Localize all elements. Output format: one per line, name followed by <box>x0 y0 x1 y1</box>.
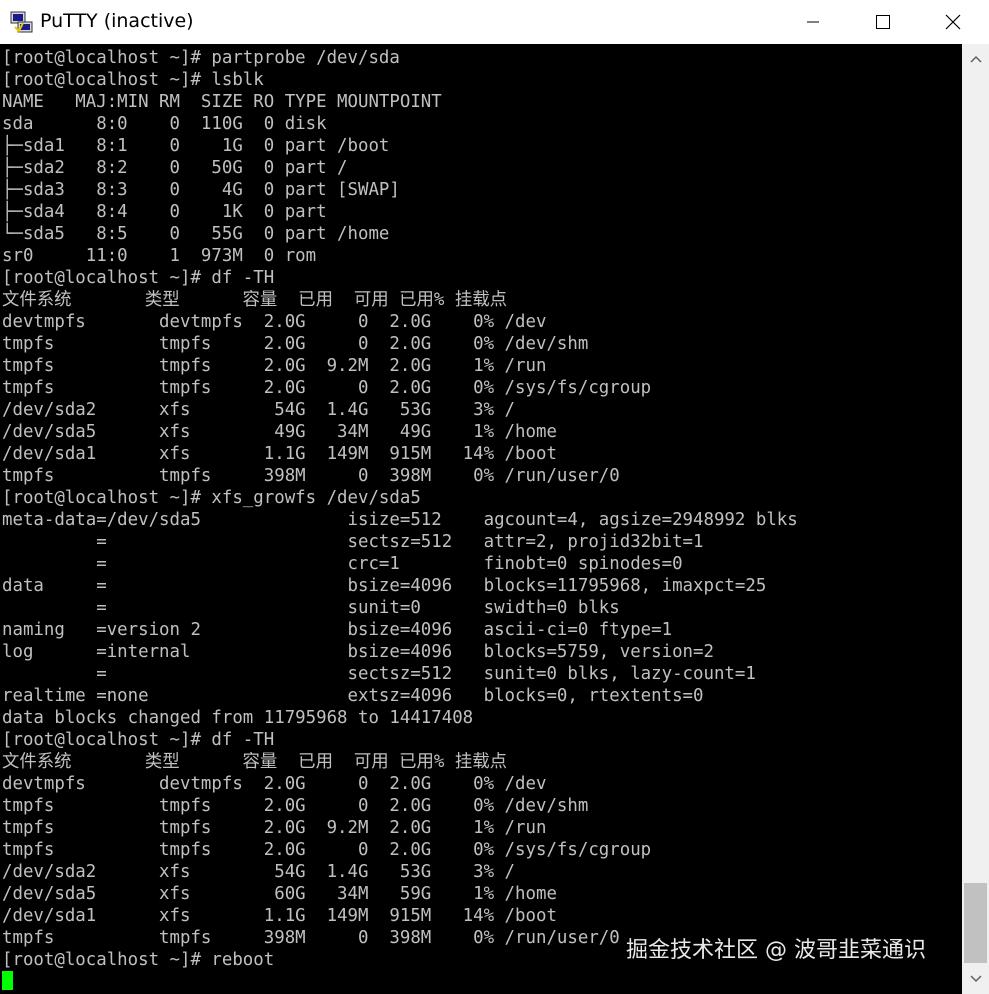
terminal-line: 文件系统 类型 容量 已用 可用 已用% 挂载点 <box>2 752 508 772</box>
terminal-line: [root@localhost ~]# df -TH <box>2 268 275 288</box>
terminal-line: naming =version 2 bsize=4096 ascii-ci=0 … <box>2 620 673 640</box>
terminal-line: sda 8:0 0 110G 0 disk <box>2 114 327 134</box>
terminal-line: realtime =none extsz=4096 blocks=0, rtex… <box>2 686 704 706</box>
terminal-line: [root@localhost ~]# df -TH <box>2 730 275 750</box>
terminal-line: ├─sda3 8:3 0 4G 0 part [SWAP] <box>2 180 400 200</box>
terminal-cursor <box>2 971 13 990</box>
terminal-line: data blocks changed from 11795968 to 144… <box>2 708 474 728</box>
terminal-line: devtmpfs devtmpfs 2.0G 0 2.0G 0% /dev <box>2 312 547 332</box>
terminal-line: tmpfs tmpfs 2.0G 0 2.0G 0% /dev/shm <box>2 796 589 816</box>
chevron-down-icon <box>969 975 982 983</box>
terminal-line: [root@localhost ~]# partprobe /dev/sda <box>2 48 400 68</box>
terminal-line: tmpfs tmpfs 398M 0 398M 0% /run/user/0 <box>2 466 620 486</box>
terminal-line: tmpfs tmpfs 2.0G 9.2M 2.0G 1% /run <box>2 818 547 838</box>
terminal-line: ├─sda1 8:1 0 1G 0 part /boot <box>2 136 390 156</box>
minimize-button[interactable] <box>778 0 848 44</box>
terminal-line: sr0 11:0 1 973M 0 rom <box>2 246 317 266</box>
terminal-line: log =internal bsize=4096 blocks=5759, ve… <box>2 642 714 662</box>
maximize-icon <box>876 15 890 29</box>
maximize-button[interactable] <box>848 0 918 44</box>
terminal-line: /dev/sda2 xfs 54G 1.4G 53G 3% / <box>2 862 516 882</box>
terminal-line: data = bsize=4096 blocks=11795968, imaxp… <box>2 576 767 596</box>
terminal-line: tmpfs tmpfs 2.0G 0 2.0G 0% /sys/fs/cgrou… <box>2 840 652 860</box>
title-bar[interactable]: PuTTY (inactive) <box>0 0 989 44</box>
scroll-down-button[interactable] <box>962 964 989 994</box>
terminal-line: /dev/sda1 xfs 1.1G 149M 915M 14% /boot <box>2 444 557 464</box>
terminal-line: /dev/sda5 xfs 49G 34M 49G 1% /home <box>2 422 557 442</box>
minimize-icon <box>807 21 819 23</box>
close-button[interactable] <box>918 0 988 44</box>
terminal-line: tmpfs tmpfs 2.0G 9.2M 2.0G 1% /run <box>2 356 547 376</box>
terminal-line: tmpfs tmpfs 2.0G 0 2.0G 0% /sys/fs/cgrou… <box>2 378 652 398</box>
watermark: 掘金技术社区 @ 波哥韭菜通识 <box>626 938 926 963</box>
vertical-scrollbar[interactable] <box>962 44 989 994</box>
terminal-line: = sunit=0 swidth=0 blks <box>2 598 620 618</box>
terminal-screen[interactable]: [root@localhost ~]# partprobe /dev/sda [r… <box>0 44 962 994</box>
terminal-line: ├─sda4 8:4 0 1K 0 part <box>2 202 327 222</box>
terminal-line: /dev/sda2 xfs 54G 1.4G 53G 3% / <box>2 400 516 420</box>
scrollbar-thumb[interactable] <box>964 883 987 963</box>
terminal-line: = sectsz=512 sunit=0 blks, lazy-count=1 <box>2 664 756 684</box>
terminal-line: tmpfs tmpfs 2.0G 0 2.0G 0% /dev/shm <box>2 334 589 354</box>
close-icon <box>945 14 961 30</box>
terminal-line: meta-data=/dev/sda5 isize=512 agcount=4,… <box>2 510 798 530</box>
terminal-line: [root@localhost ~]# xfs_growfs /dev/sda5 <box>2 488 421 508</box>
terminal-output: [root@localhost ~]# partprobe /dev/sda [r… <box>2 47 798 971</box>
terminal-line: └─sda5 8:5 0 55G 0 part /home <box>2 224 390 244</box>
terminal-line: [root@localhost ~]# lsblk <box>2 70 264 90</box>
terminal-line: NAME MAJ:MIN RM SIZE RO TYPE MOUNTPOINT <box>2 92 442 112</box>
terminal-line: = sectsz=512 attr=2, projid32bit=1 <box>2 532 704 552</box>
terminal-line: = crc=1 finobt=0 spinodes=0 <box>2 554 683 574</box>
terminal-line: /dev/sda1 xfs 1.1G 149M 915M 14% /boot <box>2 906 557 926</box>
window-title: PuTTY (inactive) <box>40 10 194 32</box>
putty-icon <box>10 11 33 33</box>
terminal-line: ├─sda2 8:2 0 50G 0 part / <box>2 158 348 178</box>
terminal-line: devtmpfs devtmpfs 2.0G 0 2.0G 0% /dev <box>2 774 547 794</box>
scroll-up-button[interactable] <box>962 44 989 74</box>
terminal-line: /dev/sda5 xfs 60G 34M 59G 1% /home <box>2 884 557 904</box>
terminal-line: 文件系统 类型 容量 已用 可用 已用% 挂载点 <box>2 290 508 310</box>
chevron-up-icon <box>969 55 982 63</box>
